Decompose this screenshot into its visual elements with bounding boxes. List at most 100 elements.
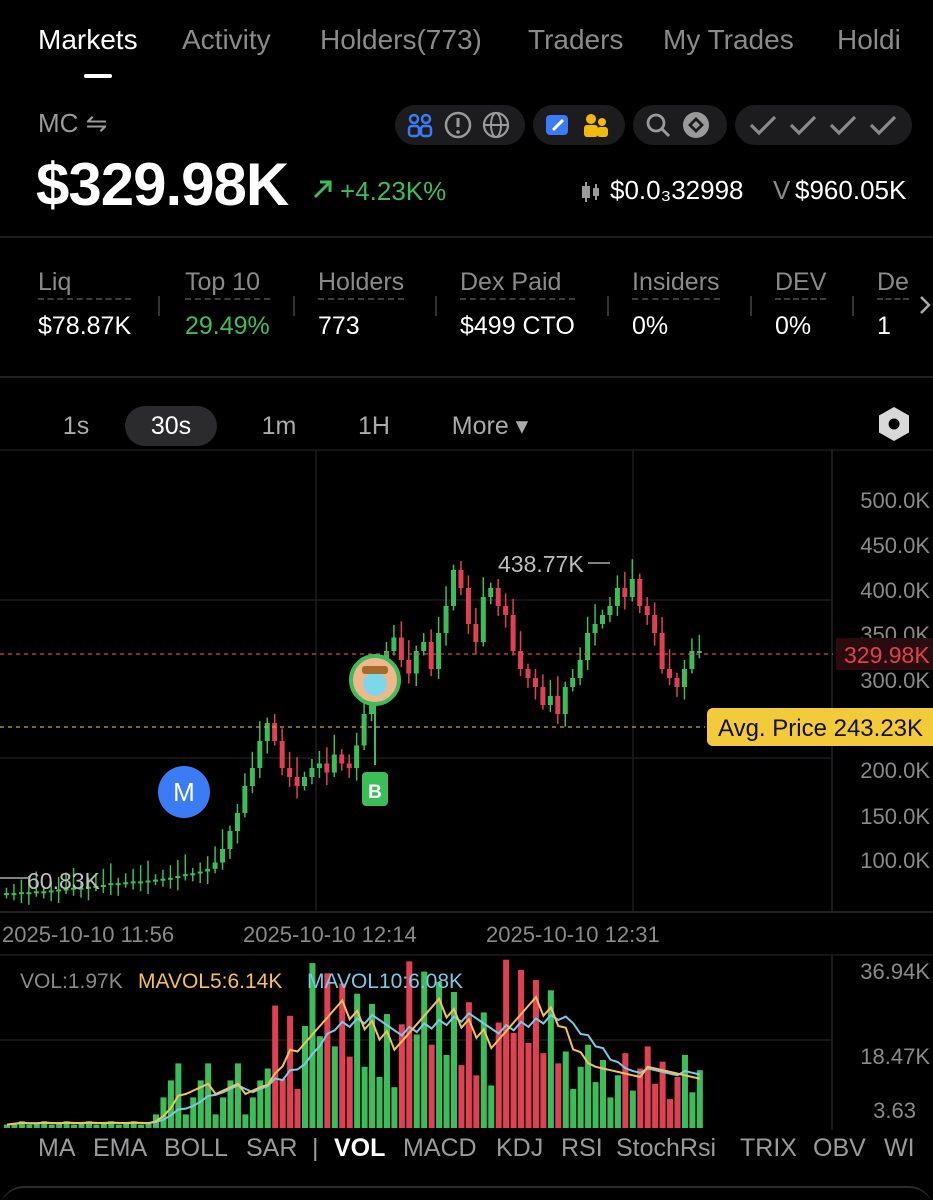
token-stats-row: Liq $78.87K Top 10 29.49% Holders 773 De… (0, 268, 933, 358)
indicator-obv[interactable]: OBV (813, 1134, 866, 1163)
volume-bar (428, 1044, 435, 1128)
tab-holdings[interactable]: Holdi (837, 24, 901, 56)
buy-marker-label: B (368, 782, 382, 803)
stat-holders[interactable]: Holders 773 (318, 268, 405, 341)
stat-value: $499 CTO (460, 312, 575, 340)
m-marker[interactable]: M (158, 766, 210, 818)
high-label: 438.77K (498, 551, 584, 577)
candle-body (525, 669, 531, 678)
buy-marker[interactable]: B (362, 772, 388, 806)
y-tick-label: 400.0K (860, 578, 930, 603)
price-chart[interactable]: 500.0K 450.0K 400.0K 350.0K 300.0K 200.0… (0, 440, 933, 1130)
stat-label: De (877, 268, 909, 300)
volume-bar (324, 973, 331, 1128)
candle-body (495, 588, 501, 606)
candle-body (637, 579, 643, 606)
volume-bar (577, 1066, 584, 1128)
volume-bar (264, 1068, 271, 1128)
people-icon[interactable] (581, 110, 611, 140)
candle-body (249, 768, 255, 786)
volume-bar (555, 1063, 562, 1128)
stat-label: DEV (775, 268, 827, 300)
indicator-rsi[interactable]: RSI (561, 1134, 603, 1163)
y-tick-label: 100.0K (860, 848, 930, 873)
check-icon (785, 110, 821, 140)
candle-body (547, 696, 553, 705)
volume-bar (622, 1053, 629, 1128)
indicator-vol[interactable]: VOL (334, 1134, 385, 1163)
mc-toggle[interactable]: MC ⇋ (38, 108, 107, 139)
candle-body (540, 687, 546, 705)
stat-value: 0% (632, 312, 669, 340)
candle-body (331, 754, 337, 773)
stat-liq[interactable]: Liq $78.87K (38, 268, 132, 341)
stat-top10[interactable]: Top 10 29.49% (185, 268, 270, 341)
volume-bar (607, 1097, 614, 1128)
search-icon[interactable] (643, 110, 673, 140)
volume-bar (681, 1054, 688, 1128)
candle-body (153, 879, 158, 882)
indicator-wr[interactable]: WI (884, 1134, 915, 1163)
candle-body (674, 678, 680, 687)
candle-body (659, 633, 665, 669)
tab-my-trades[interactable]: My Trades (663, 24, 794, 56)
bottom-sheet-handle (0, 1186, 933, 1200)
indicator-stochrsi[interactable]: StochRsi (616, 1134, 716, 1163)
candle-body (607, 606, 613, 615)
candle-body (324, 763, 330, 773)
users-icon[interactable] (405, 110, 435, 140)
candle-body (629, 579, 635, 597)
candle-body (302, 777, 307, 786)
stat-dex-paid[interactable]: Dex Paid $499 CTO (460, 268, 575, 341)
volume-bar (600, 1060, 606, 1128)
bnb-icon[interactable] (681, 110, 711, 140)
volume-bar (212, 1114, 219, 1128)
candle-body (145, 880, 151, 883)
x-tick-label: 2025-10-10 11:56 (2, 922, 174, 947)
tab-traders[interactable]: Traders (528, 24, 623, 56)
mavol5-label: MAVOL5:6.14K (138, 970, 282, 993)
avg-price-label: Avg. Price 243.23K (718, 715, 923, 742)
tab-activity[interactable]: Activity (182, 24, 271, 56)
volume-bar (316, 1036, 323, 1128)
tab-markets[interactable]: Markets (38, 24, 138, 56)
indicator-kdj[interactable]: KDJ (496, 1134, 543, 1163)
low-label: 60.83K (27, 868, 101, 894)
volume-bar (346, 1056, 353, 1128)
edit-icon[interactable] (543, 110, 573, 140)
candle-body (346, 763, 352, 768)
indicator-boll[interactable]: BOLL (164, 1134, 228, 1163)
indicator-trix[interactable]: TRIX (740, 1134, 797, 1163)
alert-icon[interactable] (443, 110, 473, 140)
stat-label: Top 10 (185, 268, 270, 300)
candle-icon (580, 180, 602, 209)
check-icon (825, 110, 861, 140)
tab-holders[interactable]: Holders(773) (320, 24, 482, 56)
social-links-group (395, 105, 525, 145)
volume-prefix: V (773, 175, 791, 205)
stat-insiders[interactable]: Insiders 0% (632, 268, 720, 341)
indicator-macd[interactable]: MACD (403, 1134, 477, 1163)
stat-dev[interactable]: DEV 0% (775, 268, 827, 341)
globe-icon[interactable] (481, 110, 511, 140)
candle-body (532, 678, 538, 687)
candle-body (398, 637, 404, 660)
stat-dev-holdings[interactable]: De 1 (877, 268, 909, 341)
candle-body (600, 615, 605, 624)
candle-body (555, 696, 561, 714)
candle-body (138, 881, 144, 884)
candle-body (361, 714, 367, 746)
indicator-ma[interactable]: MA (38, 1134, 76, 1163)
indicator-sar[interactable]: SAR (246, 1134, 297, 1163)
price-axis: 500.0K 450.0K 400.0K 350.0K 300.0K 200.0… (860, 488, 930, 873)
stat-value: 773 (318, 312, 360, 340)
divider (852, 296, 854, 316)
y-tick-label: 500.0K (860, 488, 930, 513)
candle-body (644, 606, 650, 615)
tools-group (533, 105, 625, 145)
candle-body (205, 868, 211, 872)
volume-bar (294, 1088, 301, 1128)
chevron-right-icon[interactable] (918, 294, 932, 321)
indicator-ema[interactable]: EMA (93, 1134, 147, 1163)
candle-body (115, 883, 121, 886)
